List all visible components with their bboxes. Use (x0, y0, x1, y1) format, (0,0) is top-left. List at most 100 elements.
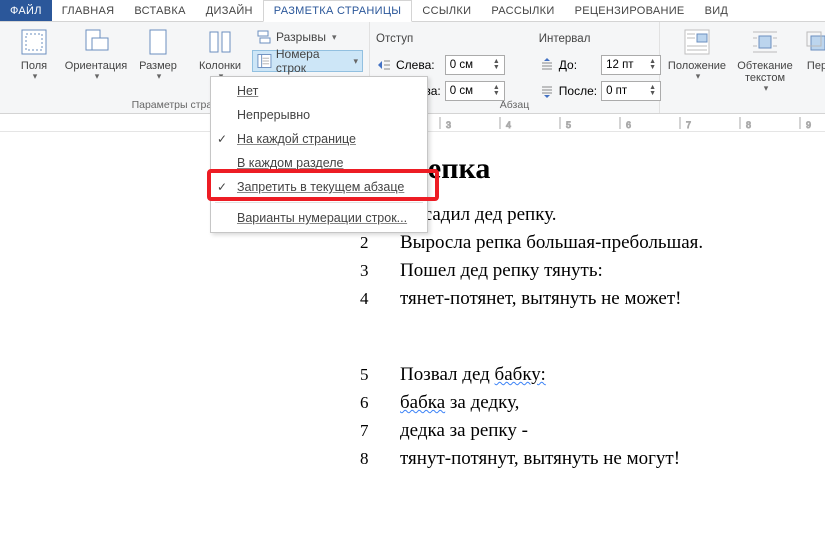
menu-item-label: Непрерывно (237, 108, 310, 122)
line-number: 4 (360, 289, 400, 309)
svg-text:3: 3 (446, 120, 451, 130)
document-line: 3Пошел дед репку тянуть: (360, 260, 815, 282)
size-icon (142, 26, 174, 58)
indent-left-value: 0 см (450, 59, 473, 71)
chevron-down-icon: ▾ (353, 56, 358, 67)
spacing-before-icon (539, 57, 555, 73)
tab-insert[interactable]: ВСТАВКА (124, 0, 195, 21)
line-numbers-icon (257, 53, 272, 69)
line-text: Позвал дед бабку: (400, 364, 546, 386)
line-text: бабка за дедку, (400, 392, 519, 414)
indent-left-icon (376, 57, 392, 73)
document-line: 1Посадил дед репку. (360, 204, 815, 226)
tab-home[interactable]: ГЛАВНАЯ (52, 0, 125, 21)
indent-header: Отступ (376, 33, 523, 45)
menu-item-label: Нет (237, 84, 258, 98)
line-text: Пошел дед репку тянуть: (400, 260, 603, 282)
menu-item-label: Варианты нумерации строк... (237, 211, 407, 225)
columns-icon (204, 26, 236, 58)
line-text: дедка за репку - (400, 420, 528, 442)
tab-review[interactable]: РЕЦЕНЗИРОВАНИЕ (565, 0, 695, 21)
line-number: 5 (360, 365, 400, 385)
menu-item-options[interactable]: Варианты нумерации строк... (211, 206, 427, 230)
svg-text:4: 4 (506, 120, 511, 130)
spacing-after-input[interactable]: 0 пт▲▼ (601, 81, 661, 101)
line-number: 8 (360, 449, 400, 469)
group-arrange: Положение ▾ Обтекание текстом ▾ Пер (660, 22, 825, 113)
bring-forward-icon (801, 26, 825, 58)
margins-icon (18, 26, 50, 58)
document-line: 2Выросла репка большая-пребольшая. (360, 232, 815, 254)
spacing-before-value: 12 пт (606, 59, 633, 71)
chevron-down-icon: ▾ (33, 72, 38, 82)
svg-text:6: 6 (626, 120, 631, 130)
spacing-before-input[interactable]: 12 пт ▲▼ (601, 55, 661, 75)
breaks-label: Разрывы (276, 30, 326, 44)
document-content: Репка 1Посадил дед репку.2Выросла репка … (360, 152, 815, 476)
breaks-button[interactable]: Разрывы ▾ (252, 26, 363, 48)
position-icon (681, 26, 713, 58)
chevron-down-icon: ▾ (95, 72, 100, 82)
spinner-icon: ▲▼ (493, 85, 500, 97)
columns-button[interactable]: Колонки ▾ (192, 24, 248, 82)
left-label: Слева: (396, 58, 441, 72)
line-text: тянут-потянут, вытянуть не могут! (400, 448, 680, 470)
menu-item-suppress[interactable]: ✓ Запретить в текущем абзаце (211, 175, 427, 199)
tab-file[interactable]: ФАЙЛ (0, 0, 52, 21)
tab-mailings[interactable]: РАССЫЛКИ (481, 0, 564, 21)
menu-item-each-section[interactable]: В каждом разделе (211, 151, 427, 175)
tab-view[interactable]: ВИД (695, 0, 739, 21)
document-line: 7дедка за репку - (360, 420, 815, 442)
spinner-icon: ▲▼ (493, 59, 500, 71)
after-label: После: (559, 84, 597, 98)
line-number: 2 (360, 233, 400, 253)
document-line: 4тянет-потянет, вытянуть не может! (360, 288, 815, 310)
spinner-icon: ▲▼ (649, 59, 656, 71)
position-button[interactable]: Положение ▾ (666, 24, 728, 94)
svg-text:5: 5 (566, 120, 571, 130)
check-icon: ✓ (217, 132, 227, 146)
svg-text:9: 9 (806, 120, 811, 130)
menu-item-label: В каждом разделе (237, 156, 343, 170)
menu-item-label: Запретить в текущем абзаце (237, 180, 404, 194)
svg-text:8: 8 (746, 120, 751, 130)
menu-item-continuous[interactable]: Непрерывно (211, 103, 427, 127)
spacing-after-icon (539, 83, 555, 99)
indent-left-input[interactable]: 0 см ▲▼ (445, 55, 505, 75)
wrap-text-label: Обтекание текстом (734, 60, 796, 84)
ribbon-tabs: ФАЙЛ ГЛАВНАЯ ВСТАВКА ДИЗАЙН РАЗМЕТКА СТР… (0, 0, 825, 22)
document-line: 6бабка за дедку, (360, 392, 815, 414)
svg-text:7: 7 (686, 120, 691, 130)
wrap-text-button[interactable]: Обтекание текстом ▾ (734, 24, 796, 94)
orientation-icon (80, 26, 112, 58)
wrap-text-icon (749, 26, 781, 58)
line-text: тянет-потянет, вытянуть не может! (400, 288, 681, 310)
chevron-down-icon: ▾ (332, 32, 337, 43)
document-line: 5Позвал дед бабку: (360, 364, 815, 386)
orientation-button[interactable]: Ориентация ▾ (68, 24, 124, 82)
bring-forward-button[interactable]: Пер (802, 24, 825, 94)
line-numbers-button[interactable]: Номера строк ▾ (252, 50, 363, 72)
margins-button[interactable]: Поля ▾ (6, 24, 62, 82)
spacing-after-value: 0 пт (606, 85, 627, 97)
breaks-icon (256, 29, 272, 45)
menu-item-none[interactable]: Нет (211, 79, 427, 103)
menu-item-each-page[interactable]: ✓ На каждой странице (211, 127, 427, 151)
tab-references[interactable]: ССЫЛКИ (412, 0, 481, 21)
spacing-header: Интервал (539, 33, 679, 45)
size-button[interactable]: Размер ▾ (130, 24, 186, 82)
line-text: Выросла репка большая-пребольшая. (400, 232, 703, 254)
chevron-down-icon: ▾ (157, 72, 162, 82)
indent-right-input[interactable]: 0 см▲▼ (445, 81, 505, 101)
chevron-down-icon: ▾ (696, 72, 701, 82)
check-icon: ✓ (217, 180, 227, 194)
tab-design[interactable]: ДИЗАЙН (196, 0, 263, 21)
chevron-down-icon: ▾ (764, 84, 769, 94)
line-numbers-label: Номера строк (276, 47, 348, 75)
tab-page-layout[interactable]: РАЗМЕТКА СТРАНИЦЫ (263, 0, 413, 22)
menu-item-label: На каждой странице (237, 132, 356, 146)
bring-forward-label: Пер (807, 60, 825, 72)
line-number: 7 (360, 421, 400, 441)
document-line: 8тянут-потянут, вытянуть не могут! (360, 448, 815, 470)
before-label: До: (559, 58, 577, 72)
